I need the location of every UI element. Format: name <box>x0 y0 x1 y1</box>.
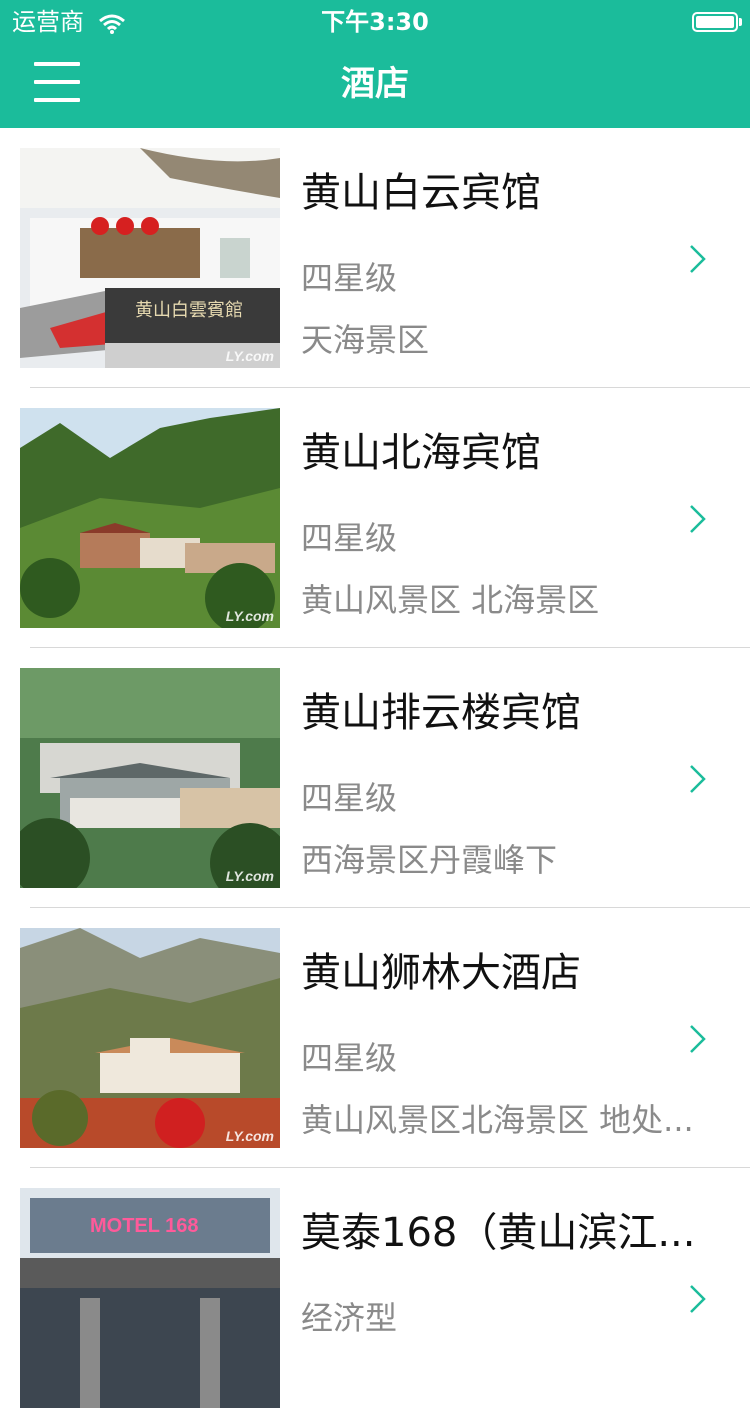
nav-bar: 运营商 下午3:30 酒店 <box>0 0 750 128</box>
chevron-right-icon <box>690 765 706 793</box>
hotel-area <box>301 1360 701 1400</box>
chevron-right-icon <box>690 1025 706 1053</box>
hotel-row[interactable]: MOTEL 168 莫泰168（黄山滨江... 经济型 <box>0 1168 750 1428</box>
watermark-text: LY.com <box>225 1128 274 1144</box>
hotel-row[interactable]: LY.com 黄山狮林大酒店 四星级 黄山风景区北海景区 地处... <box>0 908 750 1168</box>
battery-icon <box>692 12 742 32</box>
hotel-photo: MOTEL 168 <box>20 1188 280 1408</box>
hotel-row[interactable]: LY.com 黄山排云楼宾馆 四星级 西海景区丹霞峰下 <box>0 648 750 908</box>
hotel-list: 黄山白雲賓館 LY.com 黄山白云宾馆 四星级 天海景区 LY.com 黄山北… <box>0 128 750 1428</box>
hotel-area: 黄山风景区北海景区 地处... <box>301 1101 694 1139</box>
chevron-right-icon <box>690 245 706 273</box>
hotel-grade: 四星级 <box>301 259 398 297</box>
chevron-right-icon <box>690 505 706 533</box>
watermark-text: LY.com <box>225 868 274 884</box>
hotel-area: 西海景区丹霞峰下 <box>301 841 558 879</box>
hotel-grade: 四星级 <box>301 779 398 817</box>
hotel-photo: 黄山白雲賓館 LY.com <box>20 148 280 368</box>
hotel-area: 黄山风景区 北海景区 <box>301 581 600 619</box>
hotel-grade: 四星级 <box>301 1039 398 1077</box>
motel-sign: MOTEL 168 <box>90 1215 199 1237</box>
watermark-text: LY.com <box>225 348 274 364</box>
hotel-photo: LY.com <box>20 668 280 888</box>
page-title: 酒店 <box>341 64 409 104</box>
hotel-name: 黄山狮林大酒店 <box>301 950 581 996</box>
hotel-name: 黄山白云宾馆 <box>301 170 541 216</box>
chevron-right-icon <box>690 1285 706 1313</box>
hotel-row[interactable]: 黄山白雲賓館 LY.com 黄山白云宾馆 四星级 天海景区 <box>0 128 750 388</box>
hotel-photo: LY.com <box>20 408 280 628</box>
sign-text: 黄山白雲賓館 <box>135 300 243 321</box>
status-time: 下午3:30 <box>321 8 429 36</box>
hotel-photo: LY.com <box>20 928 280 1148</box>
hotel-row[interactable]: LY.com 黄山北海宾馆 四星级 黄山风景区 北海景区 <box>0 388 750 648</box>
hotel-name: 莫泰168（黄山滨江... <box>301 1210 696 1256</box>
hotel-name: 黄山北海宾馆 <box>301 430 541 476</box>
hotel-grade: 经济型 <box>301 1299 398 1337</box>
hotel-area: 天海景区 <box>301 321 430 359</box>
watermark-text: LY.com <box>225 608 274 624</box>
hotel-name: 黄山排云楼宾馆 <box>301 690 581 736</box>
hotel-grade: 四星级 <box>301 519 398 557</box>
